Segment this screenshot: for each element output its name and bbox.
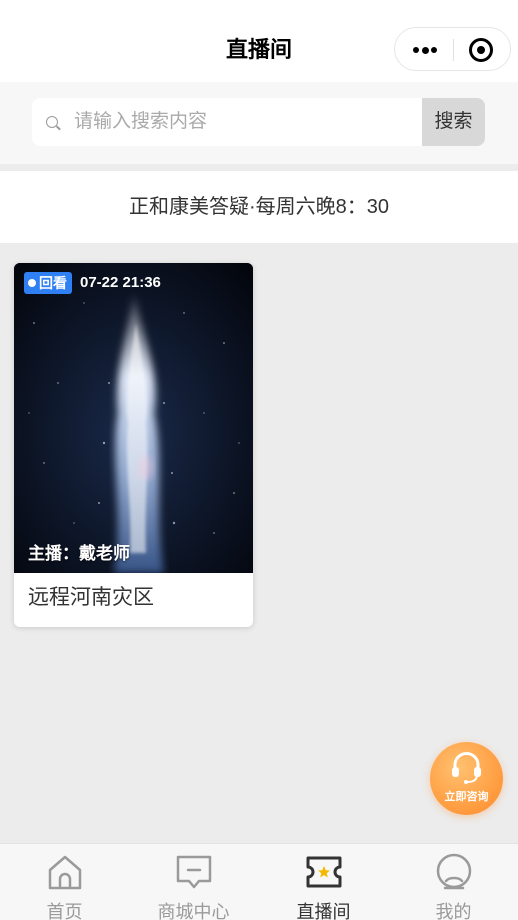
top-nav-bar: 直播间 [0, 0, 518, 82]
consult-button[interactable]: 立即咨询 [430, 742, 503, 815]
message-icon [176, 855, 212, 889]
live-title: 远程河南灾区 [28, 586, 154, 609]
tab-live[interactable]: 直播间 [259, 844, 388, 920]
tab-mine-label: 我的 [435, 902, 472, 920]
search-button[interactable]: 搜索 [422, 98, 485, 146]
capsule-divider [453, 39, 454, 61]
mini-program-capsule [394, 27, 511, 71]
search-input[interactable] [74, 98, 414, 146]
tab-mall[interactable]: 商城中心 [129, 844, 258, 920]
bottom-tab-bar: 首页 商城中心 直播间 我的 [0, 843, 518, 920]
live-card[interactable]: 回看 07-22 21:36 主播：戴老师 远程河南灾区 [14, 263, 253, 627]
close-target-icon[interactable] [469, 38, 493, 62]
replay-badge-label: 回看 [39, 275, 67, 291]
live-cover-image: 回看 07-22 21:36 主播：戴老师 [14, 263, 253, 573]
ticket-icon [306, 856, 342, 888]
tab-mall-label: 商城中心 [157, 902, 230, 920]
tab-home[interactable]: 首页 [0, 844, 129, 920]
tab-mine[interactable]: 我的 [389, 844, 518, 920]
search-bar: 搜索 [0, 82, 518, 164]
user-icon [436, 853, 472, 890]
consult-label: 立即咨询 [444, 791, 489, 803]
schedule-notice: 正和康美答疑·每周六晚8：30 [0, 171, 518, 243]
tab-home-label: 首页 [46, 902, 83, 920]
headset-icon [452, 752, 481, 784]
host-name: 主播：戴老师 [28, 544, 130, 563]
search-box [32, 98, 422, 146]
home-icon [48, 855, 82, 890]
badge-dot-icon [28, 279, 36, 287]
search-icon [46, 116, 58, 128]
replay-badge: 回看 [24, 272, 72, 294]
stream-time: 07-22 21:36 [80, 274, 161, 291]
tab-live-label: 直播间 [296, 902, 351, 920]
more-icon[interactable] [413, 46, 437, 54]
